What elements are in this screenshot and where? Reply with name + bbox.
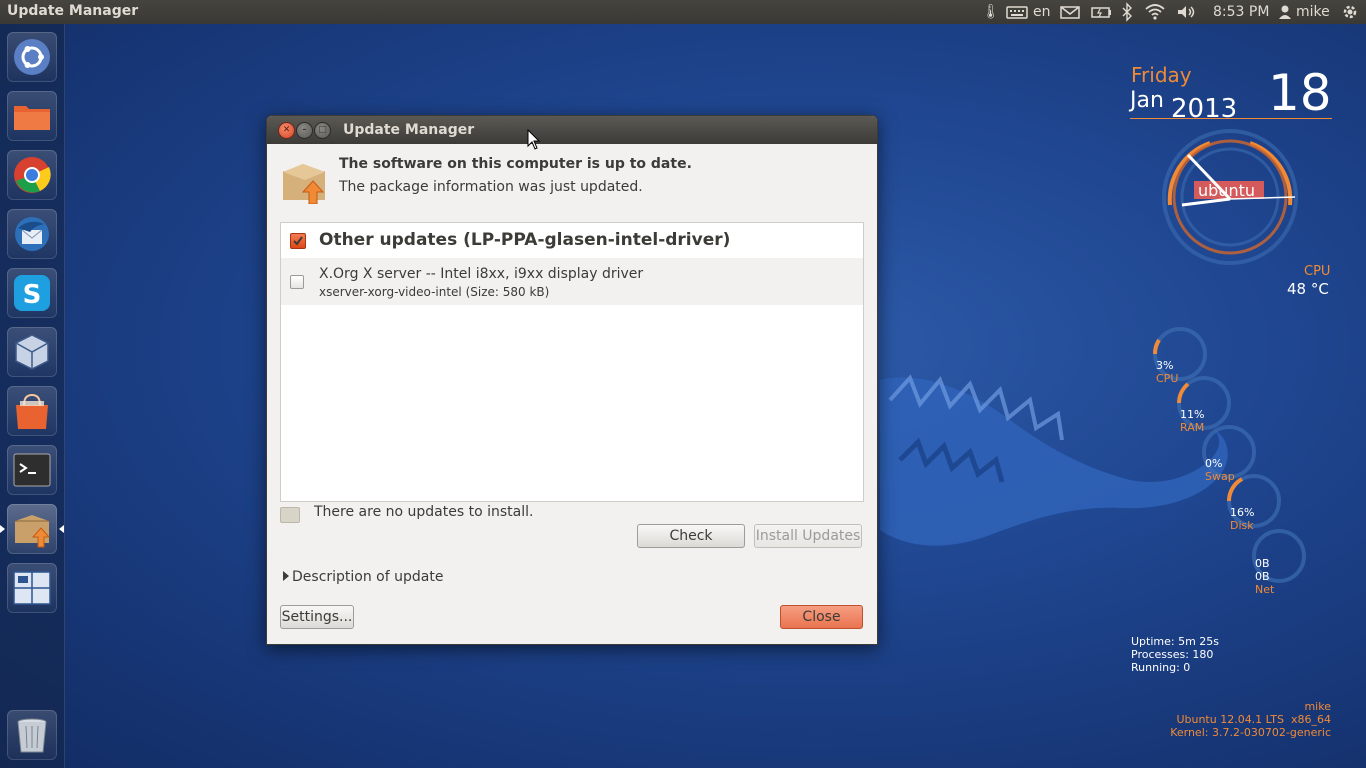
chrome-launcher[interactable] (7, 150, 57, 200)
window-maximize-button[interactable]: □ (314, 122, 331, 139)
bluetooth-icon[interactable] (1121, 0, 1133, 24)
description-expander[interactable]: Description of update (283, 569, 443, 585)
package-update-icon (283, 164, 325, 204)
skype-launcher[interactable]: S (7, 268, 57, 318)
shopping-bag-icon (16, 393, 48, 429)
gear-icon[interactable] (1340, 0, 1360, 24)
conky-os: Ubuntu 12.04.1 LTS x86_64 (1176, 713, 1331, 726)
running-app-indicator (0, 525, 5, 533)
window-minimize-button[interactable]: – (296, 122, 313, 139)
window-titlebar[interactable]: ✕ – □ Update Manager (267, 116, 877, 144)
keyboard-icon[interactable] (1006, 0, 1028, 24)
svg-text:S: S (23, 280, 42, 310)
status-subtext: The package information was just updated… (339, 179, 643, 195)
conky-year: 2013 (1171, 94, 1238, 124)
update-manager-window: ✕ – □ Update Manager The software on thi… (266, 115, 878, 645)
mouse-cursor-icon (527, 129, 541, 150)
dash-home-button[interactable] (7, 32, 57, 82)
no-updates-icon (280, 507, 300, 523)
terminal-icon (13, 453, 51, 487)
top-panel: Update Manager 🌡︎ en 8:53 PM mike (0, 0, 1366, 24)
conky-running: Running: 0 (1131, 661, 1191, 674)
minimize-icon: – (302, 125, 307, 135)
user-icon[interactable] (1278, 0, 1292, 24)
chrome-icon (14, 157, 51, 193)
conky-uptime: Uptime: 5m 25s (1131, 635, 1220, 648)
conky-net-down: 0B (1255, 557, 1270, 570)
conky-net-up: 0B (1255, 570, 1270, 583)
no-updates-text: There are no updates to install. (314, 504, 534, 520)
keyboard-layout-indicator[interactable]: en (1033, 0, 1051, 24)
conky-cpu-value: 3% (1156, 359, 1174, 372)
workspace-icon (13, 571, 51, 605)
clock[interactable]: 8:53 PM (1213, 0, 1269, 24)
update-group-label: Other updates (LP-PPA-glasen-intel-drive… (319, 230, 731, 250)
battery-icon[interactable] (1091, 0, 1113, 24)
install-updates-button[interactable]: Install Updates (754, 524, 862, 548)
window-title: Update Manager (343, 122, 475, 138)
updates-list[interactable]: Other updates (LP-PPA-glasen-intel-drive… (280, 222, 864, 502)
description-label: Description of update (292, 569, 444, 585)
conky-user: mike (1304, 700, 1331, 713)
thunderbird-launcher[interactable] (7, 209, 57, 259)
active-app-indicator (59, 525, 64, 533)
active-app-title: Update Manager (7, 3, 139, 19)
wifi-icon[interactable] (1144, 0, 1166, 24)
update-item-row[interactable]: X.Org X server -- Intel i8xx, i9xx displ… (281, 258, 863, 305)
window-close-button[interactable]: ✕ (278, 122, 295, 139)
conky-swap-value: 0% (1205, 457, 1223, 470)
update-group-row[interactable]: Other updates (LP-PPA-glasen-intel-drive… (281, 223, 863, 257)
conky-day: Friday (1131, 63, 1192, 87)
group-checkbox[interactable] (290, 233, 306, 249)
conky-disk-value: 16% (1230, 506, 1255, 519)
expander-arrow-icon (283, 571, 289, 581)
files-launcher[interactable] (7, 91, 57, 141)
maximize-icon: □ (318, 125, 327, 135)
thermometer-icon[interactable]: 🌡︎ (982, 0, 1000, 24)
conky-cpu-label: CPU (1304, 264, 1331, 279)
mail-icon[interactable] (1060, 0, 1080, 24)
trash-icon (17, 718, 47, 753)
check-button[interactable]: Check (637, 524, 745, 548)
conky-ram-value: 11% (1180, 408, 1205, 421)
close-icon: ✕ (282, 125, 291, 135)
checkmark-icon (293, 236, 303, 246)
conky-date-divider (1130, 118, 1332, 119)
skype-icon: S (14, 275, 50, 311)
update-manager-launcher[interactable] (7, 504, 57, 554)
settings-button[interactable]: Settings... (280, 605, 354, 629)
workspace-switcher-launcher[interactable] (7, 563, 57, 613)
update-item-checkbox[interactable] (290, 275, 304, 289)
user-name[interactable]: mike (1296, 0, 1330, 24)
status-heading: The software on this computer is up to d… (339, 156, 692, 172)
conky-kernel: Kernel: 3.7.2-030702-generic (1170, 726, 1331, 739)
virtualbox-launcher[interactable] (7, 327, 57, 377)
conky-day-number: 18 (1268, 64, 1332, 122)
conky-cpu-temp: 48 °C (1287, 280, 1329, 298)
folder-icon (14, 106, 50, 130)
launcher: S (0, 24, 65, 768)
update-item-title: X.Org X server -- Intel i8xx, i9xx displ… (319, 266, 644, 282)
conky-net-ring-label: Net (1255, 583, 1275, 596)
thunderbird-icon (15, 217, 49, 251)
conky-clock: ubuntu (1162, 129, 1298, 265)
ubuntu-logo-icon (14, 39, 50, 75)
software-center-launcher[interactable] (7, 386, 57, 436)
terminal-launcher[interactable] (7, 445, 57, 495)
package-update-icon (15, 515, 51, 548)
conky-month: Jan (1130, 88, 1164, 113)
virtualbox-icon (15, 334, 49, 370)
trash-launcher[interactable] (7, 710, 57, 760)
update-item-package: xserver-xorg-video-intel (Size: 580 kB) (319, 285, 550, 299)
close-button[interactable]: Close (780, 605, 863, 629)
volume-icon[interactable] (1176, 0, 1198, 24)
conky-processes: Processes: 180 (1131, 648, 1214, 661)
